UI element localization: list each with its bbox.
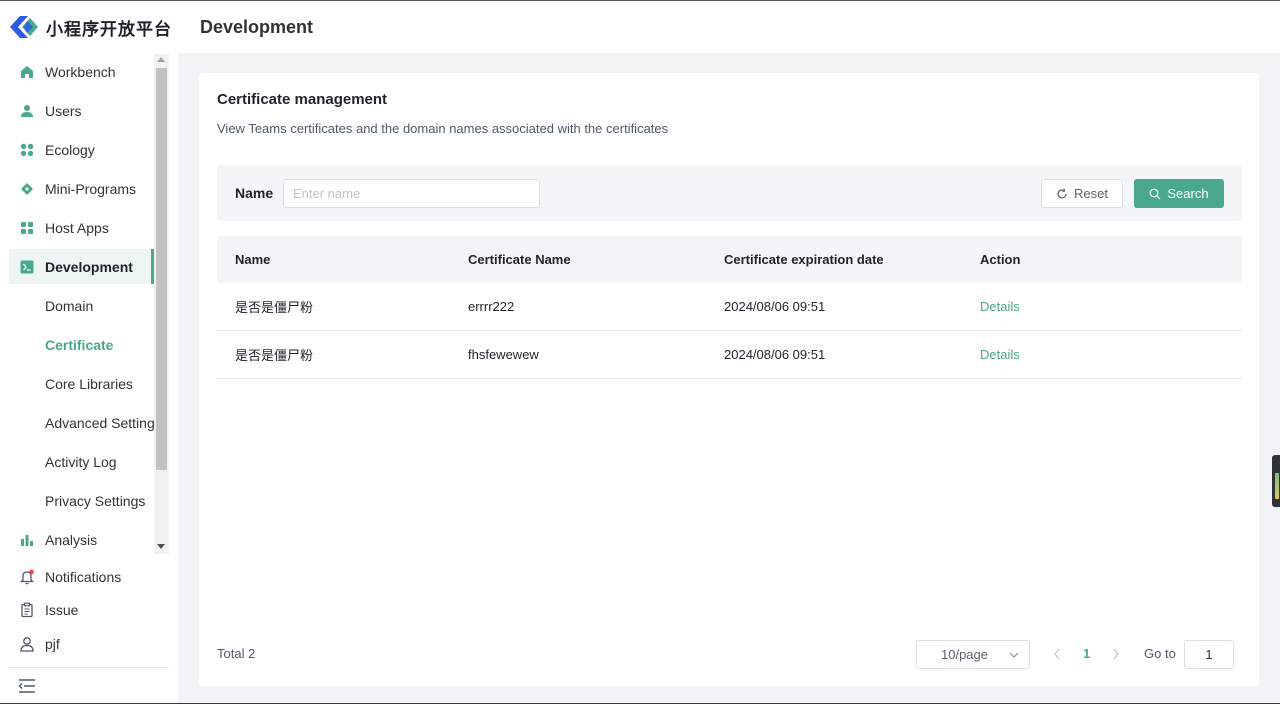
sidebar-menu: Workbench Users Ecology Mini-Programs Ho… — [9, 54, 154, 554]
page-number-current[interactable]: 1 — [1083, 646, 1090, 661]
sidebar-item-host-apps[interactable]: Host Apps — [9, 210, 154, 245]
chevron-right-icon — [1113, 648, 1119, 660]
logo-icon — [10, 16, 38, 38]
chevron-left-icon — [1054, 648, 1060, 660]
sidebar-item-label: Core Libraries — [45, 375, 133, 392]
sidebar-item-certificate[interactable]: Certificate — [9, 327, 154, 362]
sidebar-item-analysis[interactable]: Analysis — [9, 522, 154, 554]
total-count: Total 2 — [217, 646, 256, 661]
username: pjf — [45, 636, 60, 652]
column-header-certificate-name[interactable]: Certificate Name — [468, 252, 724, 267]
reset-button[interactable]: Reset — [1041, 179, 1123, 208]
sidebar-item-label: Host Apps — [45, 219, 109, 236]
page-title: Development — [200, 17, 314, 37]
terminal-icon — [19, 259, 35, 275]
goto-label: Go to — [1144, 646, 1176, 661]
home-icon — [19, 64, 35, 80]
column-header-action: Action — [980, 252, 1021, 267]
clipboard-icon — [19, 602, 35, 618]
floating-side-widget[interactable] — [1272, 455, 1280, 507]
issue-label: Issue — [45, 602, 79, 618]
sidebar-item-label: Workbench — [45, 63, 116, 80]
sidebar-item-mini-programs[interactable]: Mini-Programs — [9, 171, 154, 206]
scroll-up-arrow-icon[interactable] — [157, 57, 165, 62]
card-description: View Teams certificates and the domain n… — [217, 121, 669, 136]
details-link[interactable]: Details — [980, 299, 1020, 314]
logo[interactable]: 小程序开放平台 — [10, 11, 172, 43]
search-button[interactable]: Search — [1134, 179, 1224, 208]
sidebar-item-development[interactable]: Development — [9, 249, 154, 284]
sidebar-item-label: Users — [45, 102, 82, 119]
search-label: Search — [1167, 186, 1209, 201]
apps-icon — [19, 220, 35, 236]
user-icon — [19, 103, 35, 119]
bar-chart-icon — [19, 532, 35, 548]
logo-text: 小程序开放平台 — [46, 19, 172, 40]
sidebar-item-activity-log[interactable]: Activity Log — [9, 444, 154, 479]
collapse-sidebar-icon[interactable] — [18, 677, 36, 695]
refresh-icon — [1057, 188, 1067, 199]
cell-name: 是否是僵尸粉 — [235, 300, 314, 315]
sidebar-item-advanced-settings[interactable]: Advanced Settings — [9, 405, 154, 440]
cell-certificate-name: errrr222 — [468, 299, 515, 314]
sidebar-scrollbar[interactable] — [154, 54, 169, 554]
sidebar-item-ecology[interactable]: Ecology — [9, 132, 154, 167]
sidebar-item-label: Development — [45, 258, 133, 275]
bell-icon — [19, 569, 35, 585]
page-header: Development — [178, 1, 1280, 53]
sidebar-item-label: Activity Log — [45, 453, 117, 470]
sidebar-item-label: Ecology — [45, 141, 95, 158]
card-title: Certificate management — [217, 91, 388, 108]
table-row: 是否是僵尸粉 fhsfewewew 2024/08/06 09:51 Detai… — [217, 331, 1242, 379]
page-size-value: 10/page — [941, 647, 988, 662]
sidebar-item-workbench[interactable]: Workbench — [9, 54, 154, 89]
scrollbar-thumb[interactable] — [156, 68, 167, 470]
column-header-name[interactable]: Name — [217, 252, 468, 267]
diamond-icon — [19, 181, 35, 197]
notifications-link[interactable]: Notifications — [9, 562, 159, 592]
issue-link[interactable]: Issue — [9, 595, 159, 625]
sidebar-item-label: Certificate — [45, 336, 114, 353]
sidebar-item-label: Mini-Programs — [45, 180, 137, 197]
reset-label: Reset — [1074, 186, 1108, 201]
sidebar-item-domain[interactable]: Domain — [9, 288, 154, 323]
sidebar-item-privacy-settings[interactable]: Privacy Settings — [9, 483, 154, 518]
goto-page-input[interactable] — [1184, 640, 1234, 669]
search-icon — [1149, 188, 1161, 199]
cell-certificate-name: fhsfewewew — [468, 347, 539, 362]
notifications-label: Notifications — [45, 569, 122, 585]
sidebar: 小程序开放平台 Workbench Users Ecology Mini-Pro… — [0, 1, 178, 704]
table-header: Name Certificate Name Certificate expira… — [217, 236, 1242, 283]
chevron-down-icon — [1009, 652, 1019, 658]
sidebar-item-label: Privacy Settings — [45, 492, 146, 509]
sidebar-item-label: Advanced Settings — [45, 414, 154, 431]
cell-name: 是否是僵尸粉 — [235, 348, 314, 363]
details-link[interactable]: Details — [980, 347, 1020, 362]
name-filter-label: Name — [235, 185, 274, 201]
user-outline-icon — [19, 636, 35, 652]
grid-icon — [19, 142, 35, 158]
sidebar-item-label: Analysis — [45, 531, 98, 548]
name-search-input[interactable] — [283, 179, 540, 208]
sidebar-item-core-libraries[interactable]: Core Libraries — [9, 366, 154, 401]
certificate-card: Certificate management View Teams certif… — [199, 73, 1259, 686]
sidebar-item-users[interactable]: Users — [9, 93, 154, 128]
user-profile-link[interactable]: pjf — [9, 629, 159, 659]
scroll-down-arrow-icon[interactable] — [157, 544, 165, 549]
page-size-select[interactable]: 10/page — [916, 640, 1030, 669]
table-row: 是否是僵尸粉 errrr222 2024/08/06 09:51 Details — [217, 283, 1242, 331]
cell-expiration-date: 2024/08/06 09:51 — [724, 299, 826, 314]
sidebar-divider — [9, 667, 169, 668]
cell-expiration-date: 2024/08/06 09:51 — [724, 347, 826, 362]
filter-bar: Name Reset Search — [217, 165, 1242, 221]
sidebar-item-label: Domain — [45, 297, 94, 314]
certificate-table: Name Certificate Name Certificate expira… — [217, 236, 1242, 379]
prev-page-button[interactable] — [1053, 647, 1061, 665]
next-page-button[interactable] — [1112, 647, 1120, 665]
column-header-expiration-date[interactable]: Certificate expiration date — [724, 252, 980, 267]
